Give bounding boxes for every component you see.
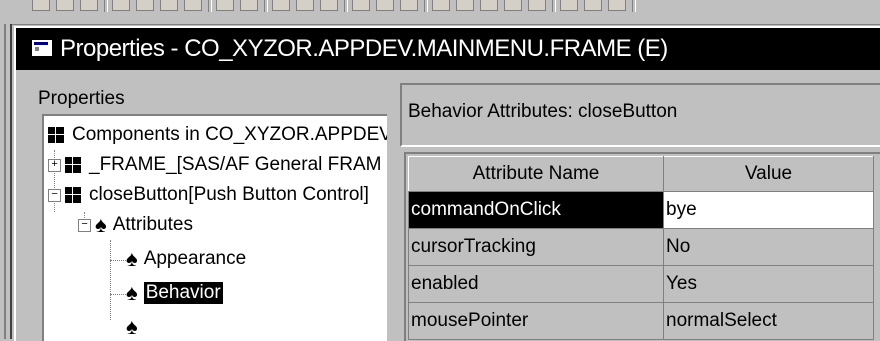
toolbar-separator xyxy=(552,0,556,12)
toolbar-button[interactable] xyxy=(560,0,578,11)
toolbar-button[interactable] xyxy=(184,0,202,11)
toolbar-button[interactable] xyxy=(320,0,338,11)
attribute-name-cell[interactable]: commandOnClick xyxy=(408,191,664,229)
tree-item-attributes[interactable]: − ♠ Attributes xyxy=(78,210,193,240)
tree-item-components-root[interactable]: Components in CO_XYZOR.APPDEV xyxy=(48,120,387,150)
toolbar-button[interactable] xyxy=(432,0,450,11)
toolbar-button[interactable] xyxy=(400,0,418,11)
tree-item-label: closeButton[Push Button Control] xyxy=(89,184,369,205)
toolbar-button[interactable] xyxy=(160,0,178,11)
attributes-header-title: Behavior Attributes: closeButton xyxy=(408,101,678,122)
mdi-frame-edge xyxy=(0,24,12,339)
tree-item-label: Attributes xyxy=(112,214,193,235)
attribute-value-cell[interactable]: No xyxy=(663,228,874,266)
toolbar xyxy=(0,0,880,25)
toolbar-button[interactable] xyxy=(608,0,626,11)
component-icon xyxy=(48,127,64,143)
toolbar-button[interactable] xyxy=(136,0,154,11)
attribute-value-cell[interactable]: normalSelect xyxy=(663,302,874,340)
tree-item-partial[interactable]: ♠ xyxy=(126,312,144,341)
toolbar-button[interactable] xyxy=(112,0,130,11)
toolbar-button[interactable] xyxy=(352,0,370,11)
collapse-icon[interactable]: − xyxy=(78,218,91,232)
tree-item-label: _FRAME_[SAS/AF General FRAM xyxy=(89,154,382,175)
table-row[interactable]: commandOnClick bye xyxy=(408,191,874,229)
attribute-name-cell[interactable]: cursorTracking xyxy=(408,228,664,266)
window-title: Properties - CO_XYZOR.APPDEV.MAINMENU.FR… xyxy=(60,35,668,62)
table-row[interactable]: enabled Yes xyxy=(408,265,874,303)
component-icon xyxy=(65,187,81,203)
toolbar-button[interactable] xyxy=(584,0,602,11)
tree-item-label: Appearance xyxy=(143,248,247,269)
attribute-name-cell[interactable]: mousePointer xyxy=(408,302,664,340)
attribute-grid[interactable]: Attribute Name Value commandOnClick bye … xyxy=(404,152,880,341)
toolbar-button[interactable] xyxy=(216,0,234,11)
toolbar-separator xyxy=(264,0,268,12)
column-header-attribute-name[interactable]: Attribute Name xyxy=(408,156,664,192)
tree-item-frame[interactable]: + _FRAME_[SAS/AF General FRAM xyxy=(48,150,381,180)
attribute-value-cell[interactable]: bye xyxy=(663,191,874,229)
attribute-icon: ♠ xyxy=(126,314,138,339)
expand-icon[interactable]: + xyxy=(48,158,61,172)
toolbar-button[interactable] xyxy=(376,0,394,11)
attribute-icon: ♠ xyxy=(95,212,107,237)
mdi-frame-divider xyxy=(4,24,6,339)
tree-item-behavior[interactable]: ♠ Behavior xyxy=(126,278,223,308)
column-header-value[interactable]: Value xyxy=(663,156,874,192)
toolbar-button[interactable] xyxy=(80,0,98,11)
toolbar-separator xyxy=(344,0,348,12)
toolbar-button[interactable] xyxy=(56,0,74,11)
toolbar-button[interactable] xyxy=(528,0,546,11)
table-row[interactable]: mousePointer normalSelect xyxy=(408,302,874,340)
tree-item-closebutton[interactable]: − closeButton[Push Button Control] xyxy=(48,180,369,210)
toolbar-button[interactable] xyxy=(240,0,258,11)
toolbar-button[interactable] xyxy=(272,0,290,11)
tree-connector xyxy=(110,240,111,320)
toolbar-separator xyxy=(424,0,428,12)
toolbar-separator xyxy=(208,0,212,12)
toolbar-button[interactable] xyxy=(32,0,50,11)
toolbar-separator xyxy=(104,0,108,12)
toolbar-button[interactable] xyxy=(480,0,498,11)
toolbar-separator xyxy=(632,0,636,12)
window-titlebar[interactable]: Properties - CO_XYZOR.APPDEV.MAINMENU.FR… xyxy=(16,28,880,70)
component-tree[interactable]: Components in CO_XYZOR.APPDEV + _FRAME_[… xyxy=(42,114,387,341)
toolbar-button[interactable] xyxy=(296,0,314,11)
attribute-name-cell[interactable]: enabled xyxy=(408,265,664,303)
collapse-icon[interactable]: − xyxy=(48,188,61,202)
toolbar-button[interactable] xyxy=(504,0,522,11)
attribute-table: Attribute Name Value commandOnClick bye … xyxy=(408,156,874,340)
tree-item-label: Components in CO_XYZOR.APPDEV xyxy=(72,124,387,145)
attributes-header: Behavior Attributes: closeButton xyxy=(400,83,880,147)
tree-item-appearance[interactable]: ♠ Appearance xyxy=(126,244,246,274)
attribute-icon: ♠ xyxy=(126,246,138,271)
attribute-icon: ♠ xyxy=(126,280,138,305)
component-icon xyxy=(65,157,81,173)
table-row[interactable]: cursorTracking No xyxy=(408,228,874,266)
properties-label: Properties xyxy=(38,88,125,109)
tree-item-label-selected: Behavior xyxy=(143,282,223,304)
window-app-icon[interactable] xyxy=(32,40,54,58)
attribute-value-cell[interactable]: Yes xyxy=(663,265,874,303)
toolbar-button[interactable] xyxy=(456,0,474,11)
